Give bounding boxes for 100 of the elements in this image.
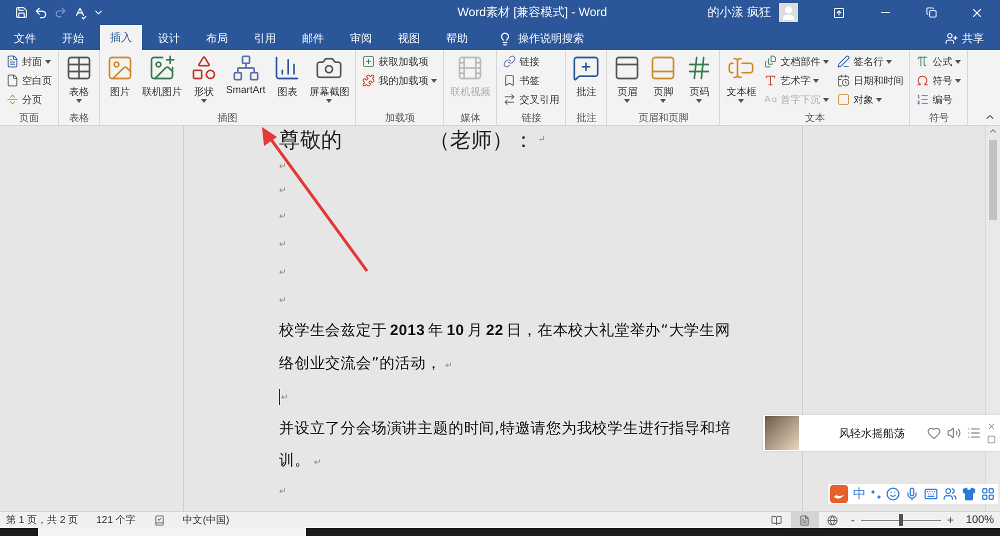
ribbon-icon [837, 74, 850, 87]
share-button[interactable]: 共享 [939, 27, 990, 50]
ribbon-icon [916, 74, 930, 87]
ribbon-icon [148, 54, 176, 82]
ribbon-button[interactable]: 编号 [913, 90, 964, 109]
document-text: （老师）： [429, 127, 534, 154]
paragraph-mark: ↵ [279, 210, 287, 222]
grid-icon [981, 487, 995, 501]
ribbon-tab[interactable]: 文件 [4, 27, 46, 50]
ribbon-button[interactable]: 公式 [913, 52, 964, 71]
ribbon-tab[interactable]: 引用 [244, 27, 286, 50]
ribbon-button[interactable]: 图表 [270, 52, 304, 110]
zoom-slider-thumb[interactable] [898, 514, 903, 526]
group-label: 媒体 [460, 112, 480, 125]
ribbon-button[interactable]: SmartArt [223, 52, 268, 110]
song-title: 风轻水摇船荡 [839, 426, 905, 440]
ribbon-button[interactable]: 我的加载项 [359, 71, 440, 90]
ribbon-icon [837, 55, 850, 68]
ribbon-icon [649, 54, 678, 82]
print-layout-icon[interactable] [790, 512, 819, 528]
ribbon-button[interactable]: 书签 [500, 71, 562, 90]
document-paragraph: 并设立了分会场演讲主题的时间,特邀请您为我校学生进行指导和培训。 ↵ [279, 418, 732, 471]
ribbon-tab[interactable]: 审阅 [340, 27, 382, 50]
album-art-placeholder [765, 416, 799, 450]
proofing-icon [154, 514, 165, 526]
emoji-icon [886, 487, 900, 501]
ribbon-icon [65, 54, 93, 82]
tell-me-search[interactable]: 操作说明搜索 [492, 27, 590, 50]
ribbon-button[interactable]: 页码 [682, 52, 716, 110]
ribbon-tab[interactable]: 视图 [388, 27, 430, 50]
language-status: 中文(中国) [182, 514, 230, 527]
ribbon-icon [503, 74, 516, 87]
ribbon-icon [456, 54, 484, 82]
ribbon-button[interactable]: 页眉 [610, 52, 644, 110]
microphone-icon [905, 487, 919, 501]
ribbon-button[interactable]: 日期和时间 [834, 71, 906, 90]
paragraph-mark: ↵ [279, 160, 287, 172]
ribbon-button[interactable]: 分页 [3, 90, 55, 109]
ribbon-button[interactable]: 交叉引用 [500, 90, 562, 109]
ribbon-button[interactable]: 文本框 [723, 52, 760, 110]
ribbon-button[interactable]: 屏幕截图 [306, 52, 352, 110]
ribbon-button[interactable]: 符号 [913, 71, 964, 90]
document-paragraph: 校学生会兹定于 2013 年 10 月 22 日，在本校大礼堂举办“大学生网络创业交流会”的活动， ↵ [279, 320, 732, 374]
ribbon-icon [837, 93, 850, 106]
ribbon-button[interactable]: 批注 [569, 52, 604, 110]
close-icon[interactable] [987, 422, 996, 431]
heart-icon[interactable] [927, 426, 941, 440]
playlist-icon[interactable] [967, 426, 981, 440]
input-mode: 中 [853, 485, 866, 503]
paragraph-mark: ↵ [279, 486, 287, 496]
group-label: 符号 [928, 112, 949, 125]
group-label: 表格 [69, 112, 89, 125]
ribbon-icon [190, 54, 218, 82]
ribbon-tab[interactable]: 插入 [100, 25, 142, 50]
paragraph-mark: ↵ [279, 184, 287, 196]
window-title: Word素材 [兼容模式] - Word [456, 4, 608, 21]
mini-mode-icon[interactable] [987, 435, 996, 444]
ribbon-tab[interactable]: 设计 [148, 27, 190, 50]
ribbon-icon [503, 55, 516, 68]
group-label: 链接 [521, 112, 542, 125]
ribbon-tab[interactable]: 布局 [196, 27, 238, 50]
ribbon-icon [106, 54, 134, 82]
ribbon-button[interactable]: 页脚 [646, 52, 680, 110]
volume-icon[interactable] [947, 426, 961, 440]
group-label: 页眉和页脚 [638, 112, 688, 125]
ribbon-button[interactable]: 封面 [3, 52, 55, 71]
ribbon-button[interactable]: 联机图片 [139, 52, 185, 110]
ribbon-button[interactable]: 表格 [62, 52, 96, 110]
group-label: 加载项 [384, 112, 415, 125]
ribbon-button[interactable]: 文档部件 [761, 52, 832, 71]
ribbon-button[interactable]: 空白页 [3, 71, 55, 90]
ribbon-icon [764, 74, 778, 87]
group-label: 页面 [19, 112, 39, 125]
user-name: 的小漾 疯狂 [708, 4, 771, 21]
ribbon-button[interactable]: 形状 [187, 52, 221, 110]
ribbon-button[interactable]: 对象 [834, 90, 906, 109]
ribbon-icon [613, 54, 642, 82]
scrollbar-thumb[interactable] [989, 140, 997, 220]
word-count: 121 个字 [96, 514, 136, 527]
ribbon-icon [6, 93, 19, 106]
punctuation-icon [871, 489, 881, 499]
ribbon-button[interactable]: 获取加载项 [359, 52, 440, 71]
group-label: 批注 [576, 112, 596, 125]
ribbon-tab[interactable]: 邮件 [292, 27, 334, 50]
ribbon-button[interactable]: 链接 [500, 52, 562, 71]
paragraph-mark: ↵ [279, 266, 287, 278]
ribbon-icon [6, 74, 19, 87]
ribbon-tab[interactable]: 开始 [52, 27, 94, 50]
ribbon-button[interactable]: 图片 [103, 52, 137, 110]
group-label: 插图 [218, 112, 238, 125]
ribbon-button[interactable]: 艺术字 [761, 71, 832, 90]
keyboard-icon [924, 487, 938, 501]
ribbon-icon [6, 55, 19, 68]
ribbon-button[interactable]: 签名行 [834, 52, 906, 71]
user-icon [945, 32, 958, 45]
zoom-out-button[interactable]: - [846, 513, 859, 527]
zoom-in-button[interactable]: + [942, 513, 958, 527]
paragraph-mark: ↵ [281, 392, 289, 402]
lightbulb-icon [498, 32, 512, 46]
ribbon-tab[interactable]: 帮助 [436, 27, 478, 50]
